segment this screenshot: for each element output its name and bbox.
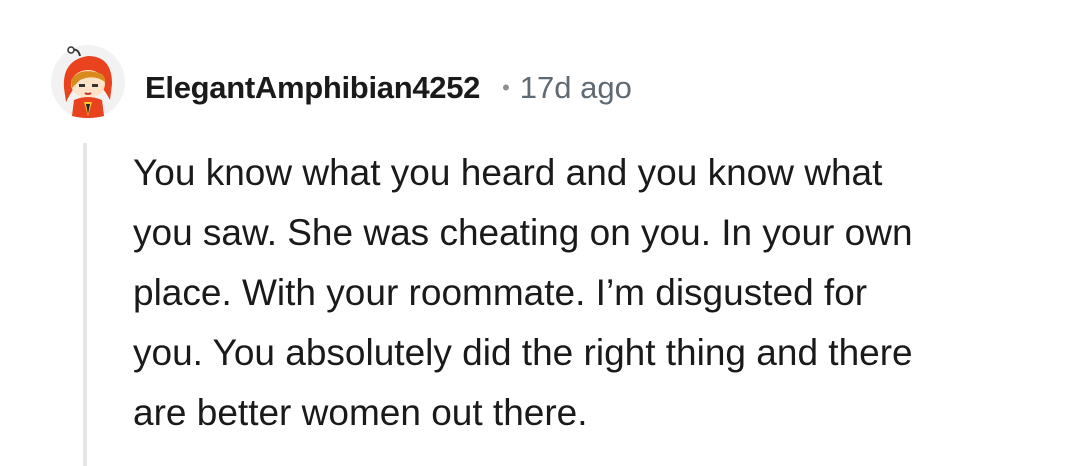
- thread-line[interactable]: [83, 143, 87, 466]
- comment-text-line: place. With your roommate. I’m disgusted…: [133, 272, 868, 313]
- comment: ElegantAmphibian4252 • 17d ago You know …: [0, 0, 1079, 466]
- comment-header: ElegantAmphibian4252 • 17d ago: [145, 66, 632, 110]
- comment-age: 17d ago: [519, 70, 632, 105]
- comment-text-line: you saw. She was cheating on you. In you…: [133, 212, 913, 253]
- comment-text-line: You know what you heard and you know wha…: [133, 152, 883, 193]
- comment-body: You know what you heard and you know wha…: [133, 143, 1033, 443]
- comment-text-line: you. You absolutely did the right thing …: [133, 332, 913, 373]
- comment-text-line: are better women out there.: [133, 392, 588, 433]
- separator-dot: •: [502, 75, 510, 100]
- snoo-avatar-icon: [51, 45, 125, 119]
- author-username[interactable]: ElegantAmphibian4252: [145, 70, 480, 106]
- avatar[interactable]: [50, 44, 126, 120]
